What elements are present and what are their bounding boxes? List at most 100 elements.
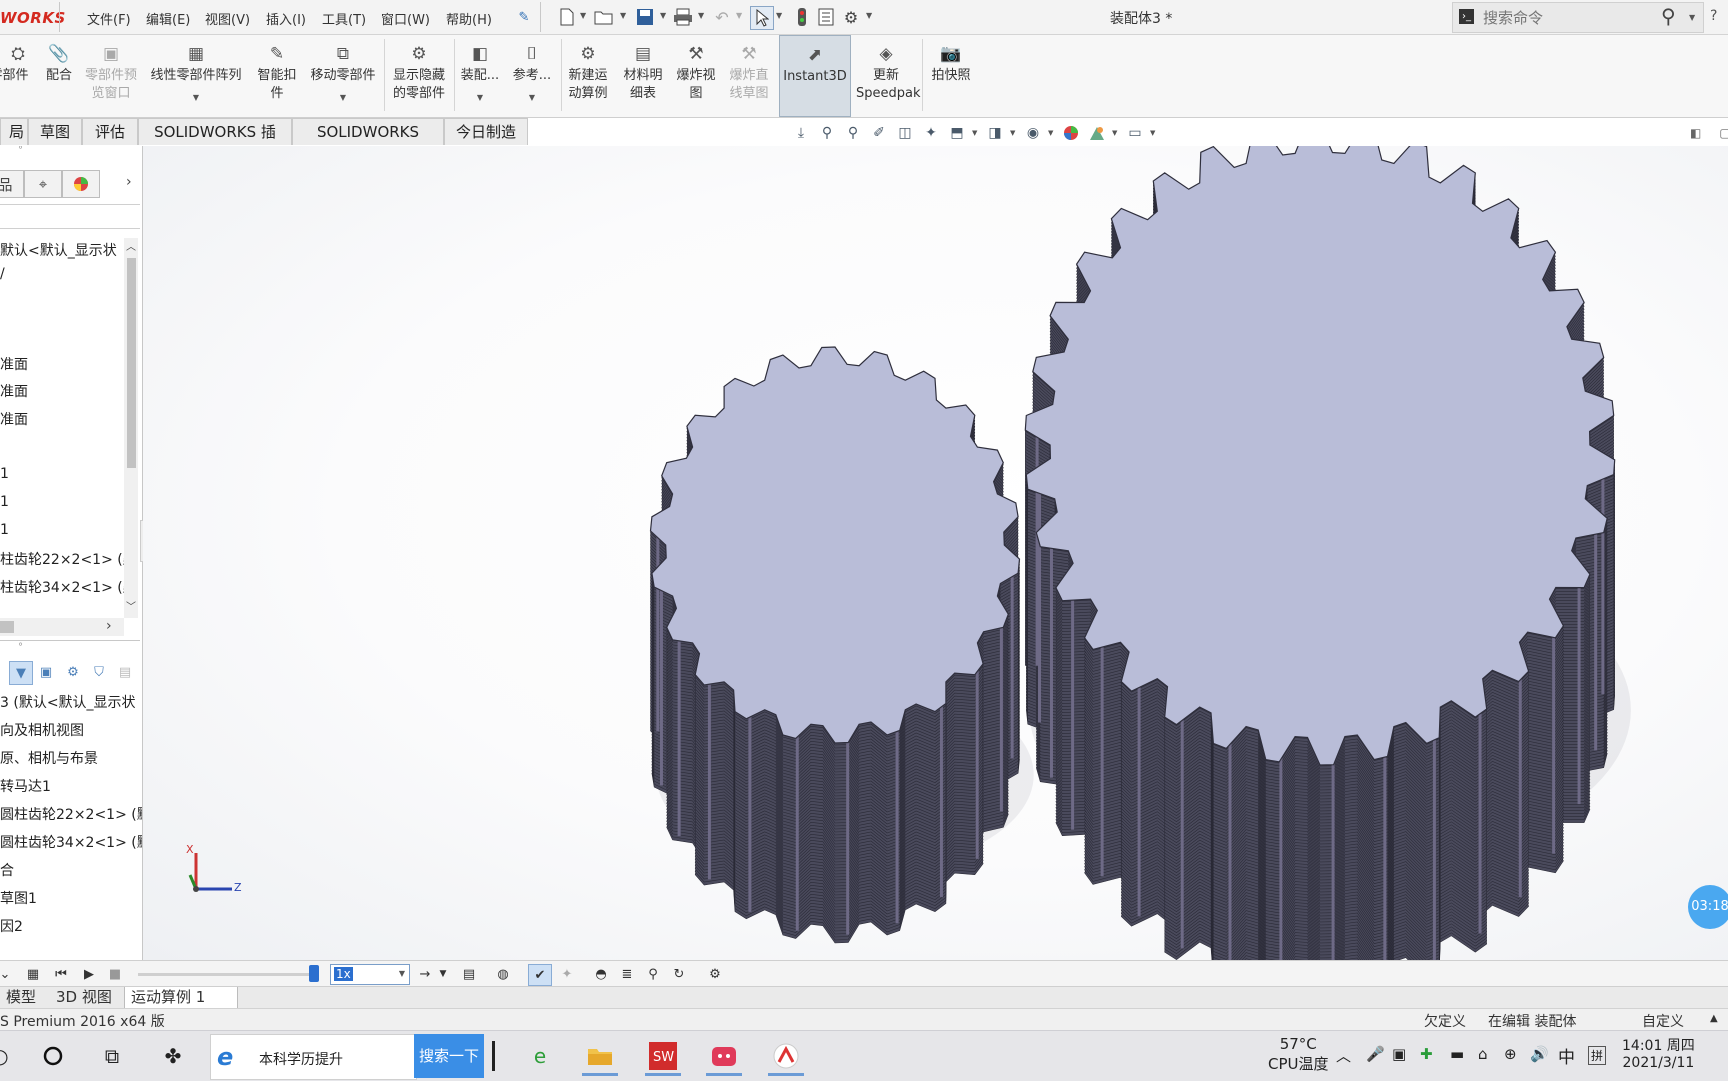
tree-item[interactable]: 1: [0, 494, 9, 510]
playback-slider-thumb[interactable]: [309, 965, 319, 982]
ime-mode[interactable]: 拼: [1588, 1046, 1607, 1065]
display-style-icon[interactable]: ◨: [984, 122, 1006, 144]
tree-item-plane[interactable]: 准面: [0, 381, 28, 401]
tree-item[interactable]: 1: [0, 466, 9, 482]
bom-button[interactable]: ▤ 材料明细表: [618, 35, 668, 115]
display-tray-icon[interactable]: ▣: [1392, 1045, 1406, 1063]
scrollbar-thumb[interactable]: [127, 258, 136, 468]
cpu-temperature[interactable]: 57°C CPU温度: [1268, 1035, 1329, 1074]
chevron-down-icon[interactable]: ▼: [432, 964, 454, 984]
configuration-target-icon[interactable]: ⌖: [24, 170, 62, 198]
move-component-button[interactable]: ⧉ 移动零部件 ▼: [306, 35, 380, 115]
show-hidden-components-button[interactable]: ⚙ 显示隐藏的零部件: [388, 35, 450, 115]
menu-tools[interactable]: 工具(T): [322, 9, 366, 28]
insert-component-button[interactable]: ⛭ 零部件: [0, 35, 36, 115]
chevron-down-icon[interactable]: ▼: [193, 93, 199, 102]
chevron-right-icon[interactable]: ›: [126, 174, 132, 190]
scrollbar-thumb[interactable]: [0, 621, 14, 633]
chevron-down-icon[interactable]: ▼: [660, 11, 666, 20]
chevron-down-icon[interactable]: ▼: [529, 93, 535, 102]
select-pointer-icon[interactable]: [750, 6, 774, 30]
exploded-view-button[interactable]: ⚒ 爆炸视图: [672, 35, 720, 115]
menu-insert[interactable]: 插入(I): [266, 9, 306, 28]
play-from-start-icon[interactable]: ⏮: [50, 964, 72, 984]
assembly-features-button[interactable]: ◧ 装配... ▼: [458, 35, 502, 115]
funnel-icon[interactable]: ⛉: [88, 661, 110, 683]
tree-item-plane[interactable]: 准面: [0, 354, 28, 374]
browser-green-icon[interactable]: e: [522, 1039, 558, 1073]
zoom-in-out-icon[interactable]: ⚲: [842, 122, 864, 144]
vertical-scrollbar[interactable]: ︿ ﹀: [124, 238, 138, 618]
clock[interactable]: 14:01 周四 2021/3/11: [1622, 1035, 1695, 1071]
chevron-down-icon[interactable]: ▼: [340, 93, 346, 102]
chevron-up-icon[interactable]: ︿: [126, 238, 136, 253]
options-gear-icon[interactable]: ⚙: [840, 6, 862, 28]
search-commands-box[interactable]: ›_ ⚲ ▼: [1452, 2, 1704, 33]
force-icon[interactable]: ↻: [668, 964, 690, 984]
view-settings-icon[interactable]: ▭: [1124, 122, 1146, 144]
chevron-up-icon[interactable]: ︿: [1336, 1045, 1351, 1066]
gear-34-teeth[interactable]: [1024, 146, 1631, 960]
open-folder-icon[interactable]: [593, 6, 615, 28]
file-properties-icon[interactable]: [815, 6, 837, 28]
tab-layout[interactable]: 局: [0, 118, 28, 145]
start-button-icon[interactable]: ◐: [0, 1039, 18, 1073]
instant3d-button[interactable]: ⬈ Instant3D: [779, 35, 851, 117]
motion-tree-rotary-motor[interactable]: 转马达1: [0, 776, 51, 796]
chevron-up-icon[interactable]: ▲: [1710, 1013, 1718, 1024]
dynamic-annotation-icon[interactable]: ✦: [920, 122, 942, 144]
playback-slider-track[interactable]: [138, 973, 316, 976]
microphone-icon[interactable]: 🎤: [1366, 1045, 1385, 1063]
fan-app-icon[interactable]: ✤: [155, 1039, 191, 1073]
adobe-app-icon[interactable]: [768, 1039, 804, 1076]
update-speedpak-button[interactable]: ◈ 更新Speedpak: [854, 35, 921, 115]
new-motion-study-button[interactable]: ⚙ 新建运动算例: [564, 35, 612, 115]
play-icon[interactable]: ▶: [78, 964, 100, 984]
add-key-icon[interactable]: ✦: [556, 964, 578, 984]
rebuild-icon[interactable]: [791, 6, 813, 28]
chevron-down-icon[interactable]: ⌄: [0, 964, 16, 984]
edit-icon[interactable]: ▤: [114, 661, 136, 683]
chevron-down-icon[interactable]: ▼: [776, 11, 782, 20]
help-button[interactable]: ?: [1710, 8, 1717, 24]
network-icon[interactable]: ⌂: [1478, 1045, 1488, 1063]
camera-view-icon[interactable]: ▣: [35, 661, 57, 683]
tab-solidworks-mbd[interactable]: SOLIDWORKS MBD: [292, 118, 444, 168]
linear-pattern-button[interactable]: ▦ 线性零部件阵列 ▼: [146, 35, 246, 115]
menu-file[interactable]: 文件(F): [87, 9, 131, 28]
motion-tree-orientation-camera[interactable]: 向及相机视图: [0, 720, 84, 740]
units-custom[interactable]: 自定义: [1642, 1011, 1684, 1031]
chevron-down-icon[interactable]: ▼: [477, 93, 483, 102]
motion-study-properties-icon[interactable]: ⚙: [704, 964, 726, 984]
chevron-down-icon[interactable]: ▼: [1150, 129, 1158, 137]
graphics-area[interactable]: [143, 146, 1728, 960]
tree-item[interactable]: /: [0, 266, 5, 282]
search-button[interactable]: 搜索一下: [414, 1034, 484, 1078]
damper-icon[interactable]: ⚲: [642, 964, 664, 984]
feature-manager-icon[interactable]: 品: [0, 170, 24, 198]
apply-scene-icon[interactable]: [1086, 122, 1108, 144]
zoom-area-icon[interactable]: ⚲: [816, 122, 838, 144]
animation-wizard-icon[interactable]: ◍: [492, 964, 514, 984]
tab-evaluate[interactable]: 评估: [82, 118, 138, 145]
motion-tree-assembly[interactable]: 3 (默认<默认_显示状: [0, 692, 136, 712]
tree-item-plane[interactable]: 准面: [0, 409, 28, 429]
motion-tree-mates[interactable]: 合: [0, 860, 14, 880]
motion-tree-gear-22[interactable]: 圆柱齿轮22×2<1> (默: [0, 804, 142, 824]
tab-made-today[interactable]: 今日制造: [444, 118, 528, 145]
gear-assembly-model[interactable]: [143, 146, 1728, 960]
new-document-icon[interactable]: [556, 6, 578, 28]
print-icon[interactable]: [672, 6, 694, 28]
tree-item-assembly[interactable]: 默认<默认_显示状: [0, 240, 117, 260]
save-animation-icon[interactable]: ▤: [458, 964, 480, 984]
ie-search-box[interactable]: e 本科学历提升: [210, 1034, 417, 1080]
explode-line-sketch-button[interactable]: ⚒ 爆炸直线草图: [724, 35, 774, 115]
tab-solidworks-addins[interactable]: SOLIDWORKS 插件: [138, 118, 292, 168]
task-view-icon[interactable]: ⧉: [94, 1039, 130, 1073]
smart-fasteners-button[interactable]: ✎ 智能扣件: [254, 35, 300, 115]
ime-language[interactable]: 中: [1558, 1043, 1575, 1068]
tree-item-gear-34[interactable]: 柱齿轮34×2<1> (默: [0, 577, 137, 597]
tree-item-gear-22[interactable]: 柱齿轮22×2<1> (默: [0, 549, 137, 569]
view-orientation-icon[interactable]: ⬒: [946, 122, 968, 144]
tab-sketch[interactable]: 草图: [28, 118, 82, 145]
